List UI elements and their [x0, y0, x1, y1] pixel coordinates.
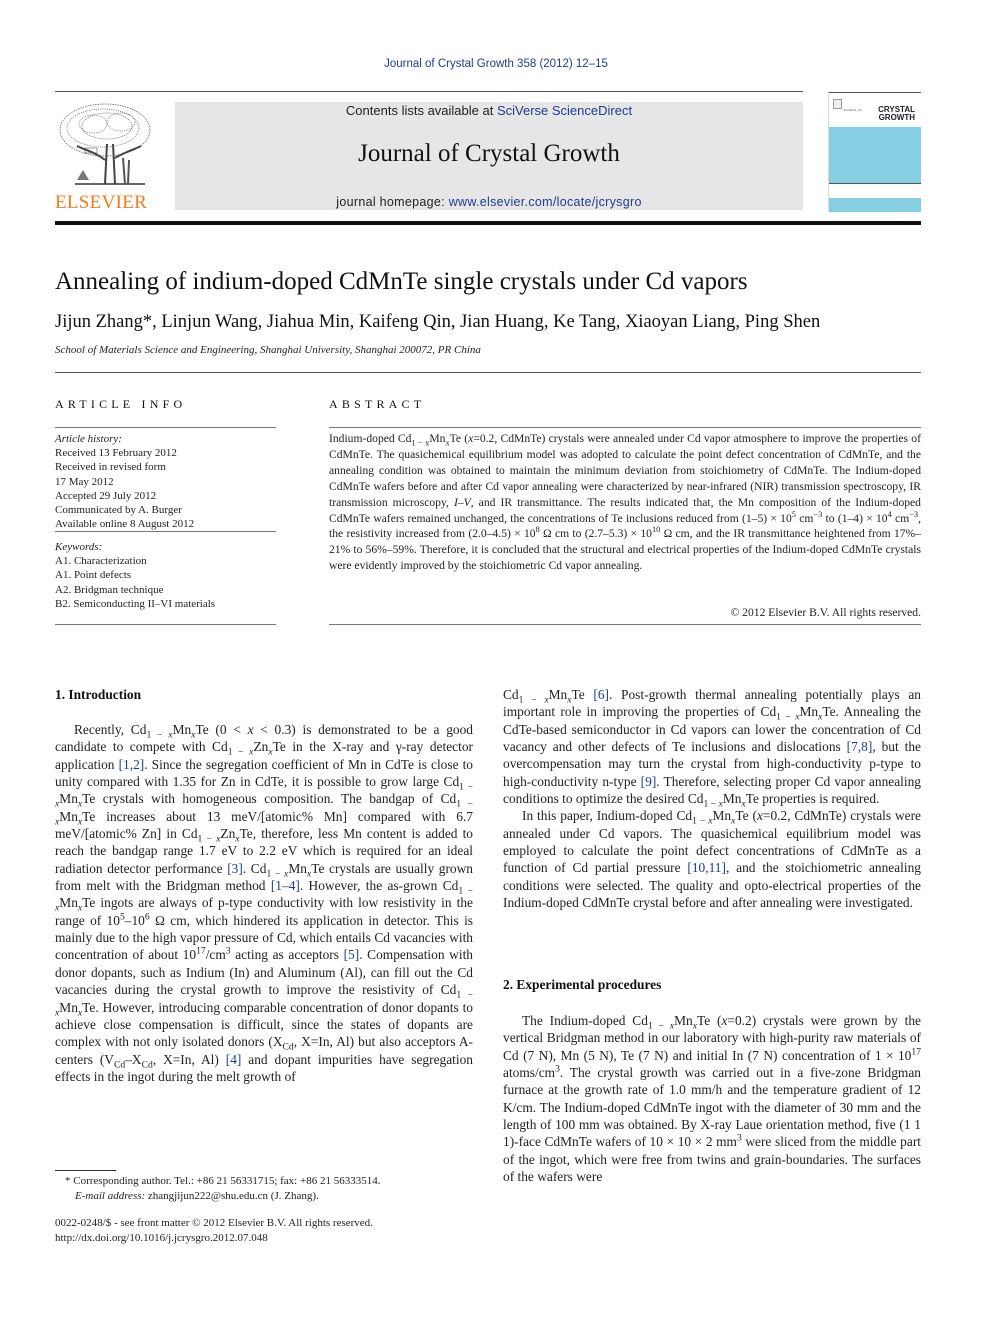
citation-link[interactable]: [5]: [344, 947, 360, 962]
history-item: Received 13 February 2012: [55, 447, 177, 460]
issn-line: 0022-0248/$ - see front matter © 2012 El…: [55, 1217, 373, 1229]
cover-logo-icon: [833, 99, 842, 109]
citation-link[interactable]: [9]: [641, 774, 657, 789]
affiliation: School of Materials Science and Engineer…: [55, 344, 481, 356]
citation-link[interactable]: [10,11]: [687, 860, 726, 875]
article-info-heading: ARTICLE INFO: [55, 397, 187, 411]
journal-title: Journal of Crystal Growth: [358, 140, 620, 167]
citation-link[interactable]: [1,2]: [119, 757, 145, 772]
abstract-text: Indium-doped Cd1 − xMnxTe (x=0.2, CdMnTe…: [329, 432, 922, 573]
body-column-right-experimental: The Indium-doped Cd1 − xMnxTe (x=0.2) cr…: [503, 1012, 921, 1185]
header-rule: [55, 91, 803, 92]
citation-link[interactable]: [1–4]: [271, 878, 300, 893]
contents-prefix: Contents lists available at: [345, 103, 497, 118]
history-item: Available online 8 August 2012: [55, 518, 195, 531]
citation-link[interactable]: [4]: [226, 1052, 242, 1067]
footnote: * Corresponding author. Tel.: +86 21 563…: [55, 1174, 475, 1203]
keyword-item: A2. Bridgman technique: [55, 583, 164, 596]
divider: [55, 624, 276, 625]
paragraph: The Indium-doped Cd1 − xMnxTe (x=0.2) cr…: [503, 1013, 921, 1185]
history-item: Accepted 29 July 2012: [55, 489, 157, 502]
divider: [55, 531, 276, 532]
keyword-item: B2. Semiconducting II–VI materials: [55, 597, 216, 610]
section-heading-experimental: 2. Experimental procedures: [503, 977, 662, 992]
divider: [55, 427, 276, 428]
cover-small-text: JOURNAL OF: [843, 108, 862, 112]
cover-title-line2: GROWTH: [878, 113, 915, 122]
email-label: E-mail address:: [75, 1189, 148, 1202]
abstract-copyright: © 2012 Elsevier B.V. All rights reserved…: [730, 606, 921, 619]
corresponding-author-note: * Corresponding author. Tel.: +86 21 563…: [65, 1175, 381, 1187]
keyword-item: A1. Characterization: [55, 555, 147, 568]
email-line: E-mail address: zhangjijun222@shu.edu.cn…: [55, 1189, 475, 1204]
running-head[interactable]: Journal of Crystal Growth 358 (2012) 12–…: [0, 58, 992, 70]
keywords-label: Keywords:: [55, 541, 103, 553]
cover-rule: [829, 183, 921, 184]
doi-link[interactable]: http://dx.doi.org/10.1016/j.jcrysgro.201…: [55, 1232, 268, 1244]
abstract-heading: ABSTRACT: [329, 397, 426, 411]
email-suffix: (J. Zhang).: [268, 1189, 319, 1202]
email-link[interactable]: zhangjijun222@shu.edu.cn: [148, 1190, 268, 1202]
cover-blue-block: [829, 127, 921, 183]
paragraph: In this paper, Indium-doped Cd1 − xMnxTe…: [503, 808, 922, 911]
cover-blue-strip: [829, 198, 921, 212]
section-heading-introduction: 1. Introduction: [55, 687, 142, 702]
body-column-left: Recently, Cd1 − xMnxTe (0 < x < 0.3) is …: [55, 721, 473, 1085]
history-item: 17 May 2012: [55, 475, 114, 488]
front-matter: 0022-0248/$ - see front matter © 2012 El…: [55, 1216, 475, 1245]
sciencedirect-link[interactable]: SciVerse ScienceDirect: [497, 103, 632, 118]
elsevier-wordmark: ELSEVIER: [55, 192, 148, 213]
history-label: Article history:: [55, 433, 122, 445]
article-history: Article history: Received 13 February 20…: [55, 432, 276, 531]
footnote-rule: [55, 1170, 116, 1171]
divider: [329, 427, 921, 428]
journal-homepage-link[interactable]: www.elsevier.com/locate/jcrysgro: [449, 195, 642, 209]
citation-link[interactable]: [3]: [227, 861, 243, 876]
author-list[interactable]: Jijun Zhang*, Linjun Wang, Jiahua Min, K…: [55, 312, 921, 333]
header-thick-rule: [55, 221, 921, 225]
citation-link[interactable]: [6]: [593, 687, 609, 702]
citation-link[interactable]: [7,8]: [847, 739, 873, 754]
divider: [55, 372, 921, 373]
article-title: Annealing of indium-doped CdMnTe single …: [55, 268, 748, 295]
keywords: Keywords: A1. Characterization A1. Point…: [55, 540, 276, 611]
divider: [329, 624, 921, 625]
body-column-right: Cd1 − xMnxTe [6]. Post-growth thermal an…: [503, 686, 921, 911]
tree-icon: [59, 103, 151, 185]
history-item: Communicated by A. Burger: [55, 504, 182, 517]
homepage-prefix: journal homepage:: [336, 195, 449, 209]
keyword-item: A1. Point defects: [55, 569, 132, 582]
homepage-line: journal homepage: www.elsevier.com/locat…: [175, 195, 803, 209]
paragraph: Recently, Cd1 − xMnxTe (0 < x < 0.3) is …: [55, 722, 474, 1084]
cover-title: CRYSTAL GROWTH: [871, 106, 915, 122]
contents-line: Contents lists available at SciVerse Sci…: [175, 103, 803, 118]
paragraph: Cd1 − xMnxTe [6]. Post-growth thermal an…: [503, 687, 921, 810]
history-item: Received in revised form: [55, 461, 166, 474]
journal-cover-thumbnail[interactable]: JOURNAL OF CRYSTAL GROWTH: [828, 92, 921, 212]
